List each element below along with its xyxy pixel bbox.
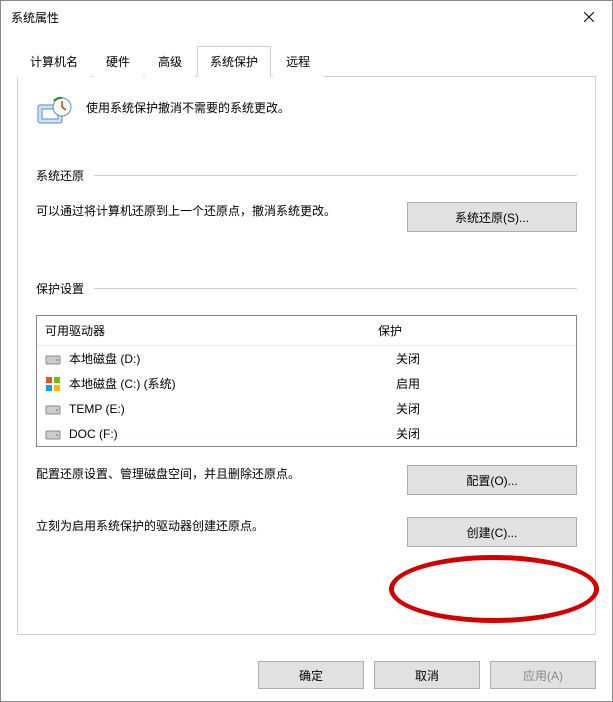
- drive-protection-status: 关闭: [396, 425, 568, 442]
- apply-button[interactable]: 应用(A): [490, 661, 596, 689]
- tab-panel-system-protection: 使用系统保护撤消不需要的系统更改。 系统还原 可以通过将计算机还原到上一个还原点…: [17, 77, 596, 635]
- restore-row: 可以通过将计算机还原到上一个还原点，撤消系统更改。 系统还原(S)...: [36, 202, 577, 232]
- drive-name: TEMP (E:): [69, 402, 388, 416]
- divider: [94, 288, 577, 289]
- drive-row[interactable]: DOC (F:) 关闭: [37, 421, 576, 446]
- tab-advanced[interactable]: 高级: [145, 46, 195, 77]
- hdd-icon: [45, 401, 61, 417]
- drive-protection-status: 关闭: [396, 350, 568, 367]
- tab-computer-name[interactable]: 计算机名: [17, 46, 91, 77]
- drive-list-header: 可用驱动器 保护: [37, 316, 576, 346]
- window-title: 系统属性: [11, 9, 59, 26]
- drive-list-rows[interactable]: 本地磁盘 (D:)关闭本地磁盘 (C:) (系统)启用TEMP (E:)关闭DO…: [37, 346, 576, 446]
- create-restore-point-button[interactable]: 创建(C)...: [407, 517, 577, 547]
- section-protection-settings: 保护设置: [36, 280, 577, 297]
- intro-row: 使用系统保护撤消不需要的系统更改。: [36, 95, 577, 131]
- divider: [94, 175, 577, 176]
- ok-button[interactable]: 确定: [258, 661, 364, 689]
- column-header-protection[interactable]: 保护: [378, 322, 568, 339]
- tab-strip: 计算机名 硬件 高级 系统保护 远程: [17, 45, 596, 77]
- drive-list: 可用驱动器 保护 本地磁盘 (D:)关闭本地磁盘 (C:) (系统)启用TEMP…: [36, 315, 577, 447]
- windows-drive-icon: [45, 376, 61, 392]
- system-properties-window: 系统属性 计算机名 硬件 高级 系统保护 远程 使: [0, 0, 613, 702]
- drive-name: 本地磁盘 (C:) (系统): [69, 375, 388, 392]
- hdd-icon: [45, 351, 61, 367]
- drive-row[interactable]: 本地磁盘 (C:) (系统) 启用: [37, 371, 576, 396]
- system-restore-button[interactable]: 系统还原(S)...: [407, 202, 577, 232]
- section-heading-label: 系统还原: [36, 167, 84, 184]
- cancel-button[interactable]: 取消: [374, 661, 480, 689]
- dialog-body: 计算机名 硬件 高级 系统保护 远程 使用系统保护撤消不需要的系统更改。 系统还…: [1, 33, 612, 649]
- create-row: 立刻为启用系统保护的驱动器创建还原点。 创建(C)...: [36, 517, 577, 547]
- drive-row[interactable]: 本地磁盘 (D:) 关闭: [37, 346, 576, 371]
- system-protection-icon: [36, 95, 72, 131]
- drive-row[interactable]: TEMP (E:) 关闭: [37, 396, 576, 421]
- drive-protection-status: 启用: [396, 375, 568, 392]
- drive-name: 本地磁盘 (D:): [69, 350, 388, 367]
- close-icon: [584, 12, 594, 22]
- drive-name: DOC (F:): [69, 427, 388, 441]
- intro-text: 使用系统保护撤消不需要的系统更改。: [86, 95, 290, 116]
- tab-system-protection[interactable]: 系统保护: [197, 46, 271, 77]
- column-header-drive[interactable]: 可用驱动器: [45, 322, 378, 339]
- configure-button[interactable]: 配置(O)...: [407, 465, 577, 495]
- hdd-icon: [45, 426, 61, 442]
- configure-description: 配置还原设置、管理磁盘空间，并且删除还原点。: [36, 465, 389, 484]
- section-system-restore: 系统还原: [36, 167, 577, 184]
- tab-remote[interactable]: 远程: [273, 46, 323, 77]
- section-heading-label: 保护设置: [36, 280, 84, 297]
- titlebar: 系统属性: [1, 1, 612, 33]
- dialog-footer: 确定 取消 应用(A): [1, 649, 612, 701]
- create-description: 立刻为启用系统保护的驱动器创建还原点。: [36, 517, 389, 536]
- restore-description: 可以通过将计算机还原到上一个还原点，撤消系统更改。: [36, 202, 389, 221]
- close-button[interactable]: [566, 1, 612, 33]
- drive-protection-status: 关闭: [396, 400, 568, 417]
- configure-row: 配置还原设置、管理磁盘空间，并且删除还原点。 配置(O)...: [36, 465, 577, 495]
- tab-hardware[interactable]: 硬件: [93, 46, 143, 77]
